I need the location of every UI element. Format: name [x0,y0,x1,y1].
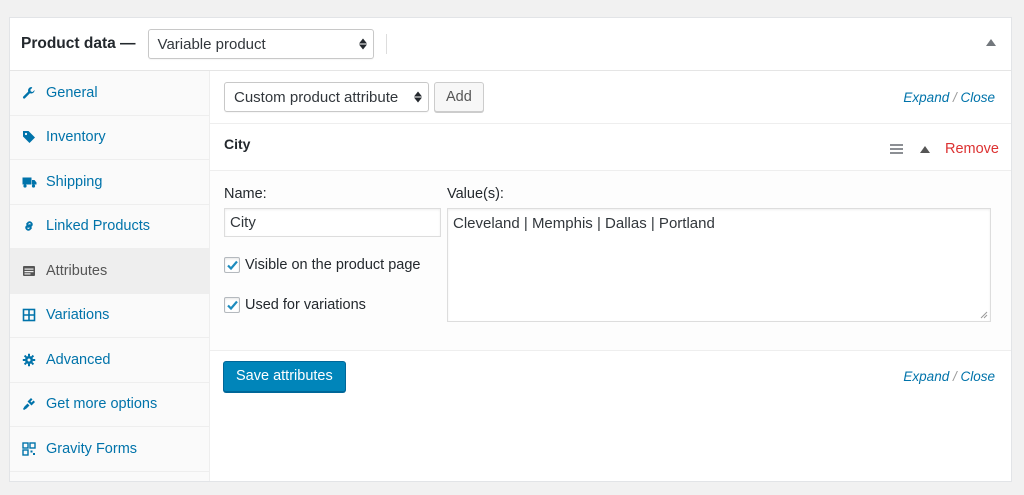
attribute-taxonomy-select[interactable]: Custom product attribute [224,82,429,112]
product-type-value: Variable product [157,35,266,53]
link-icon [21,218,37,234]
product-data-panel: Product data — Variable product General … [9,17,1012,482]
tab-label: Inventory [46,129,106,146]
add-attribute-button[interactable]: Add [434,82,484,112]
tab-inventory[interactable]: Inventory [10,116,209,160]
tab-label: Linked Products [46,218,150,235]
truck-icon [21,174,37,190]
expand-link[interactable]: Expand [903,369,949,384]
variations-checkbox[interactable] [224,297,240,313]
close-link[interactable]: Close [960,369,995,384]
visible-label: Visible on the product page [245,257,421,273]
collapse-attribute-icon[interactable] [920,145,930,153]
panel-title: Product data — [21,35,136,52]
tab-attributes[interactable]: Attributes [10,249,209,294]
list-icon [21,263,37,279]
tab-linked-products[interactable]: Linked Products [10,205,209,249]
select-arrows-icon [358,38,367,50]
product-data-tabs: General Inventory Shipping Linked Produc… [10,71,210,481]
attributes-footer: Save attributes Expand / Close [210,351,1011,401]
tag-icon [21,129,37,145]
plugin-icon [21,396,37,412]
visible-checkbox[interactable] [224,257,240,273]
attribute-title: City [224,136,251,152]
remove-attribute-link[interactable]: Remove [945,141,999,157]
link-separator: / [949,89,961,105]
product-type-select[interactable]: Variable product [147,29,374,59]
tab-general[interactable]: General [10,71,209,116]
attribute-header[interactable]: City Remove [210,124,1011,171]
attribute-name-value: City [230,214,256,231]
tab-label: Get more options [46,396,158,413]
drag-handle-icon[interactable] [890,144,903,154]
variations-label: Used for variations [245,297,366,313]
attribute-body: Name: City Value(s): Cleveland | Memphis… [210,171,1011,351]
tab-get-more-options[interactable]: Get more options [10,383,209,427]
attribute-name-input[interactable]: City [224,208,441,237]
attributes-panel: Custom product attribute Add Expand / Cl… [210,71,1011,481]
used-for-variations-option: Used for variations [224,297,366,313]
collapse-panel-icon[interactable] [986,39,996,46]
expand-link[interactable]: Expand [903,90,949,105]
wrench-icon [21,85,37,101]
tab-label: General [46,84,98,101]
gear-icon [21,352,37,368]
expand-close-links: Expand / Close [903,90,995,105]
attribute-values-value: Cleveland | Memphis | Dallas | Portland [453,215,715,232]
header-divider [385,34,387,54]
tab-gravity-forms[interactable]: Gravity Forms [10,427,209,472]
tab-advanced[interactable]: Advanced [10,338,209,383]
panel-header: Product data — Variable product [10,18,1011,71]
close-link[interactable]: Close [960,90,995,105]
attributes-toolbar: Custom product attribute Add Expand / Cl… [210,71,1011,124]
values-label: Value(s): [447,186,504,202]
select-arrows-icon [414,91,422,103]
attribute-values-textarea[interactable]: Cleveland | Memphis | Dallas | Portland [447,208,991,322]
expand-close-links: Expand / Close [903,369,995,384]
grid-icon [21,307,37,323]
checkmark-icon [226,300,238,310]
tab-label: Shipping [46,173,103,190]
tab-variations[interactable]: Variations [10,294,209,338]
tab-label: Attributes [46,262,108,279]
tab-label: Gravity Forms [46,440,138,457]
resize-grip-icon[interactable] [980,311,988,319]
visible-on-page-option: Visible on the product page [224,257,420,273]
link-separator: / [949,368,961,384]
form-icon [21,441,37,457]
save-attributes-button[interactable]: Save attributes [223,360,346,392]
tab-label: Advanced [46,351,111,368]
attribute-select-value: Custom product attribute [234,88,399,106]
tab-label: Variations [46,307,110,324]
tab-shipping[interactable]: Shipping [10,160,209,205]
checkmark-icon [226,260,238,270]
name-label: Name: [224,186,267,202]
